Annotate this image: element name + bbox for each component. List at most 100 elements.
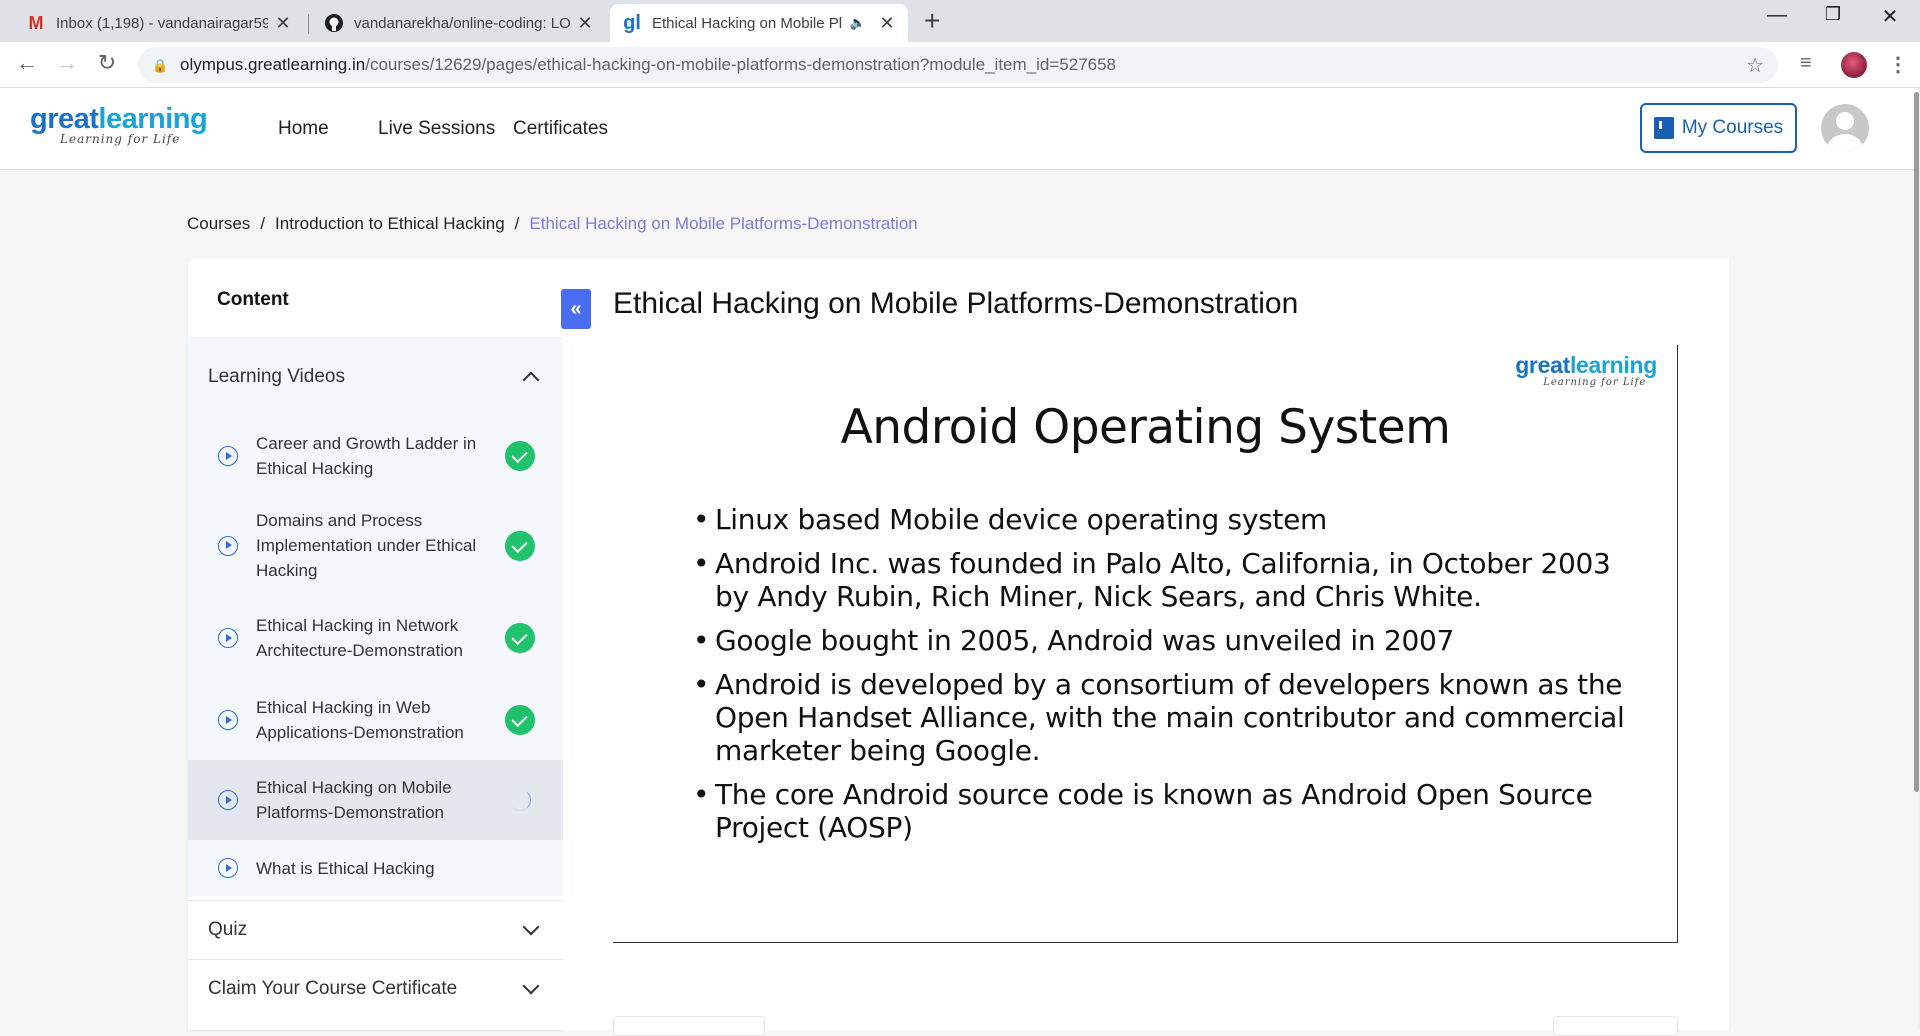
slide-bullet: Android is developed by a consortium of … bbox=[693, 668, 1633, 767]
chevron-down-icon bbox=[522, 918, 540, 935]
browser-tab-github[interactable]: vandanarekha/online-coding: LO ✕ bbox=[312, 4, 606, 42]
browser-tab-greatlearning[interactable]: gl Ethical Hacking on Mobile Pl 🔈 ✕ bbox=[610, 4, 908, 42]
video-title: Domains and Process Implementation under… bbox=[256, 511, 477, 580]
quiz-section-header[interactable]: Quiz bbox=[188, 900, 563, 958]
slide-bullet: Google bought in 2005, Android was unvei… bbox=[693, 624, 1633, 657]
media-queue-icon[interactable]: ≡ bbox=[1800, 52, 1812, 75]
my-courses-label: My Courses bbox=[1681, 117, 1784, 138]
page-scrollbar-thumb[interactable] bbox=[1914, 92, 1919, 792]
slide-bullet: The core Android source code is known as… bbox=[693, 778, 1633, 844]
browser-profile-avatar[interactable] bbox=[1841, 52, 1867, 78]
loading-spinner-icon bbox=[509, 789, 531, 811]
browser-tab-strip: M Inbox (1,198) - vandanairagar59@ ✕ van… bbox=[0, 0, 1920, 42]
check-icon bbox=[505, 705, 535, 735]
menu-kebab-icon[interactable]: ⋮ bbox=[1888, 52, 1908, 77]
minimize-icon[interactable]: — bbox=[1757, 4, 1797, 27]
video-title: Ethical Hacking in Network Architecture-… bbox=[256, 616, 463, 660]
greatlearning-logo[interactable]: greatlearning Learning for Life bbox=[30, 103, 208, 146]
play-icon bbox=[218, 535, 238, 556]
learning-videos-header[interactable]: Learning Videos bbox=[188, 337, 563, 417]
nav-home[interactable]: Home bbox=[278, 118, 329, 140]
github-icon bbox=[324, 13, 344, 33]
browser-toolbar: ← → ↻ 🔒 olympus.greatlearning.in/courses… bbox=[0, 42, 1920, 88]
list-item[interactable]: Career and Growth Ladder in Ethical Hack… bbox=[188, 417, 563, 495]
back-icon[interactable]: ← bbox=[12, 50, 42, 76]
next-button[interactable] bbox=[1553, 1016, 1678, 1036]
audio-icon[interactable]: 🔈 bbox=[850, 15, 866, 31]
slide-heading: Android Operating System bbox=[840, 400, 1451, 455]
breadcrumb: Courses / Introduction to Ethical Hackin… bbox=[187, 214, 918, 234]
video-player-slide[interactable]: greatlearning Learning for Life Android … bbox=[613, 345, 1678, 943]
browser-tab-gmail[interactable]: M Inbox (1,198) - vandanairagar59@ ✕ bbox=[14, 4, 304, 42]
close-icon[interactable]: ✕ bbox=[274, 13, 292, 34]
restore-icon[interactable]: ❐ bbox=[1813, 4, 1853, 25]
slide-logo-tagline: Learning for Life bbox=[1543, 377, 1647, 388]
close-icon[interactable]: ✕ bbox=[576, 13, 594, 34]
slide-logo-text-b: learning bbox=[1569, 352, 1657, 378]
section-label: Quiz bbox=[208, 918, 248, 940]
check-icon bbox=[505, 530, 535, 561]
play-icon bbox=[218, 710, 238, 730]
user-avatar[interactable] bbox=[1821, 104, 1869, 152]
logo-text-b: learning bbox=[98, 103, 208, 135]
play-icon bbox=[218, 628, 238, 648]
play-icon bbox=[218, 446, 238, 466]
breadcrumb-current: Ethical Hacking on Mobile Platforms-Demo… bbox=[529, 214, 918, 233]
close-icon[interactable]: ✕ bbox=[878, 13, 896, 34]
breadcrumb-separator: / bbox=[260, 214, 266, 233]
gmail-icon: M bbox=[28, 12, 44, 33]
slide-logo: greatlearning Learning for Life bbox=[1515, 353, 1657, 388]
video-title: Ethical Hacking on Mobile Platforms-Demo… bbox=[256, 778, 452, 822]
tab-divider bbox=[308, 14, 309, 34]
slide-bullet: Android Inc. was founded in Palo Alto, C… bbox=[693, 547, 1633, 613]
breadcrumb-course[interactable]: Introduction to Ethical Hacking bbox=[275, 214, 505, 234]
nav-certificates[interactable]: Certificates bbox=[513, 118, 608, 140]
list-item-active[interactable]: Ethical Hacking on Mobile Platforms-Demo… bbox=[188, 760, 563, 840]
url-host: olympus.greatlearning.in bbox=[180, 55, 366, 74]
new-tab-button[interactable]: + bbox=[924, 6, 940, 36]
url-path: /courses/12629/pages/ethical-hacking-on-… bbox=[365, 55, 1117, 74]
certificate-section-header[interactable]: Claim Your Course Certificate bbox=[188, 959, 563, 1017]
book-icon bbox=[1653, 117, 1674, 139]
slide-logo-text-a: great bbox=[1515, 352, 1570, 378]
play-icon bbox=[218, 858, 238, 878]
nav-live-sessions[interactable]: Live Sessions bbox=[378, 118, 495, 140]
lock-icon: 🔒 bbox=[152, 58, 169, 73]
content-sidebar: Content Learning Videos Career and Growt… bbox=[188, 259, 563, 1030]
page-title: Ethical Hacking on Mobile Platforms-Demo… bbox=[613, 287, 1299, 320]
reload-icon[interactable]: ↻ bbox=[92, 50, 122, 76]
chevron-up-icon bbox=[522, 371, 540, 389]
bookmark-star-icon[interactable]: ☆ bbox=[1746, 53, 1764, 78]
list-item[interactable]: Domains and Process Implementation under… bbox=[188, 495, 563, 596]
list-item[interactable]: What is Ethical Hacking bbox=[188, 840, 563, 896]
slide-bullet: Linux based Mobile device operating syst… bbox=[693, 503, 1633, 536]
my-courses-button[interactable]: My Courses bbox=[1640, 103, 1797, 153]
breadcrumb-separator: / bbox=[514, 214, 520, 233]
list-item[interactable]: Ethical Hacking in Network Architecture-… bbox=[188, 596, 563, 680]
list-item[interactable]: Ethical Hacking in Web Applications-Demo… bbox=[188, 680, 563, 760]
video-title: Ethical Hacking in Web Applications-Demo… bbox=[256, 698, 464, 742]
section-label: Learning Videos bbox=[208, 366, 345, 387]
breadcrumb-courses[interactable]: Courses bbox=[187, 214, 250, 234]
tab-title: Inbox (1,198) - vandanairagar59@ bbox=[56, 14, 268, 32]
previous-button[interactable] bbox=[613, 1016, 765, 1036]
site-header: greatlearning Learning for Life Home Liv… bbox=[0, 88, 1918, 170]
forward-icon[interactable]: → bbox=[52, 50, 82, 76]
tab-title: vandanarekha/online-coding: LO bbox=[354, 14, 570, 32]
section-label: Claim Your Course Certificate bbox=[208, 977, 458, 999]
tab-title: Ethical Hacking on Mobile Pl bbox=[652, 14, 843, 32]
video-title: What is Ethical Hacking bbox=[256, 858, 435, 878]
check-icon bbox=[505, 623, 535, 653]
chevron-down-icon bbox=[522, 977, 540, 994]
collapse-sidebar-button[interactable]: « bbox=[561, 289, 591, 329]
video-title: Career and Growth Ladder in Ethical Hack… bbox=[256, 434, 477, 478]
greatlearning-icon: gl bbox=[623, 11, 641, 34]
play-icon bbox=[218, 790, 238, 810]
check-icon bbox=[505, 441, 535, 471]
logo-text-a: great bbox=[30, 103, 99, 135]
close-window-icon[interactable]: ✕ bbox=[1870, 4, 1910, 29]
learning-videos-section: Learning Videos Career and Growth Ladder… bbox=[188, 337, 563, 896]
slide-bullets: Linux based Mobile device operating syst… bbox=[693, 503, 1633, 855]
address-bar[interactable]: 🔒 olympus.greatlearning.in/courses/12629… bbox=[138, 47, 1778, 83]
sidebar-title: Content bbox=[217, 289, 289, 310]
